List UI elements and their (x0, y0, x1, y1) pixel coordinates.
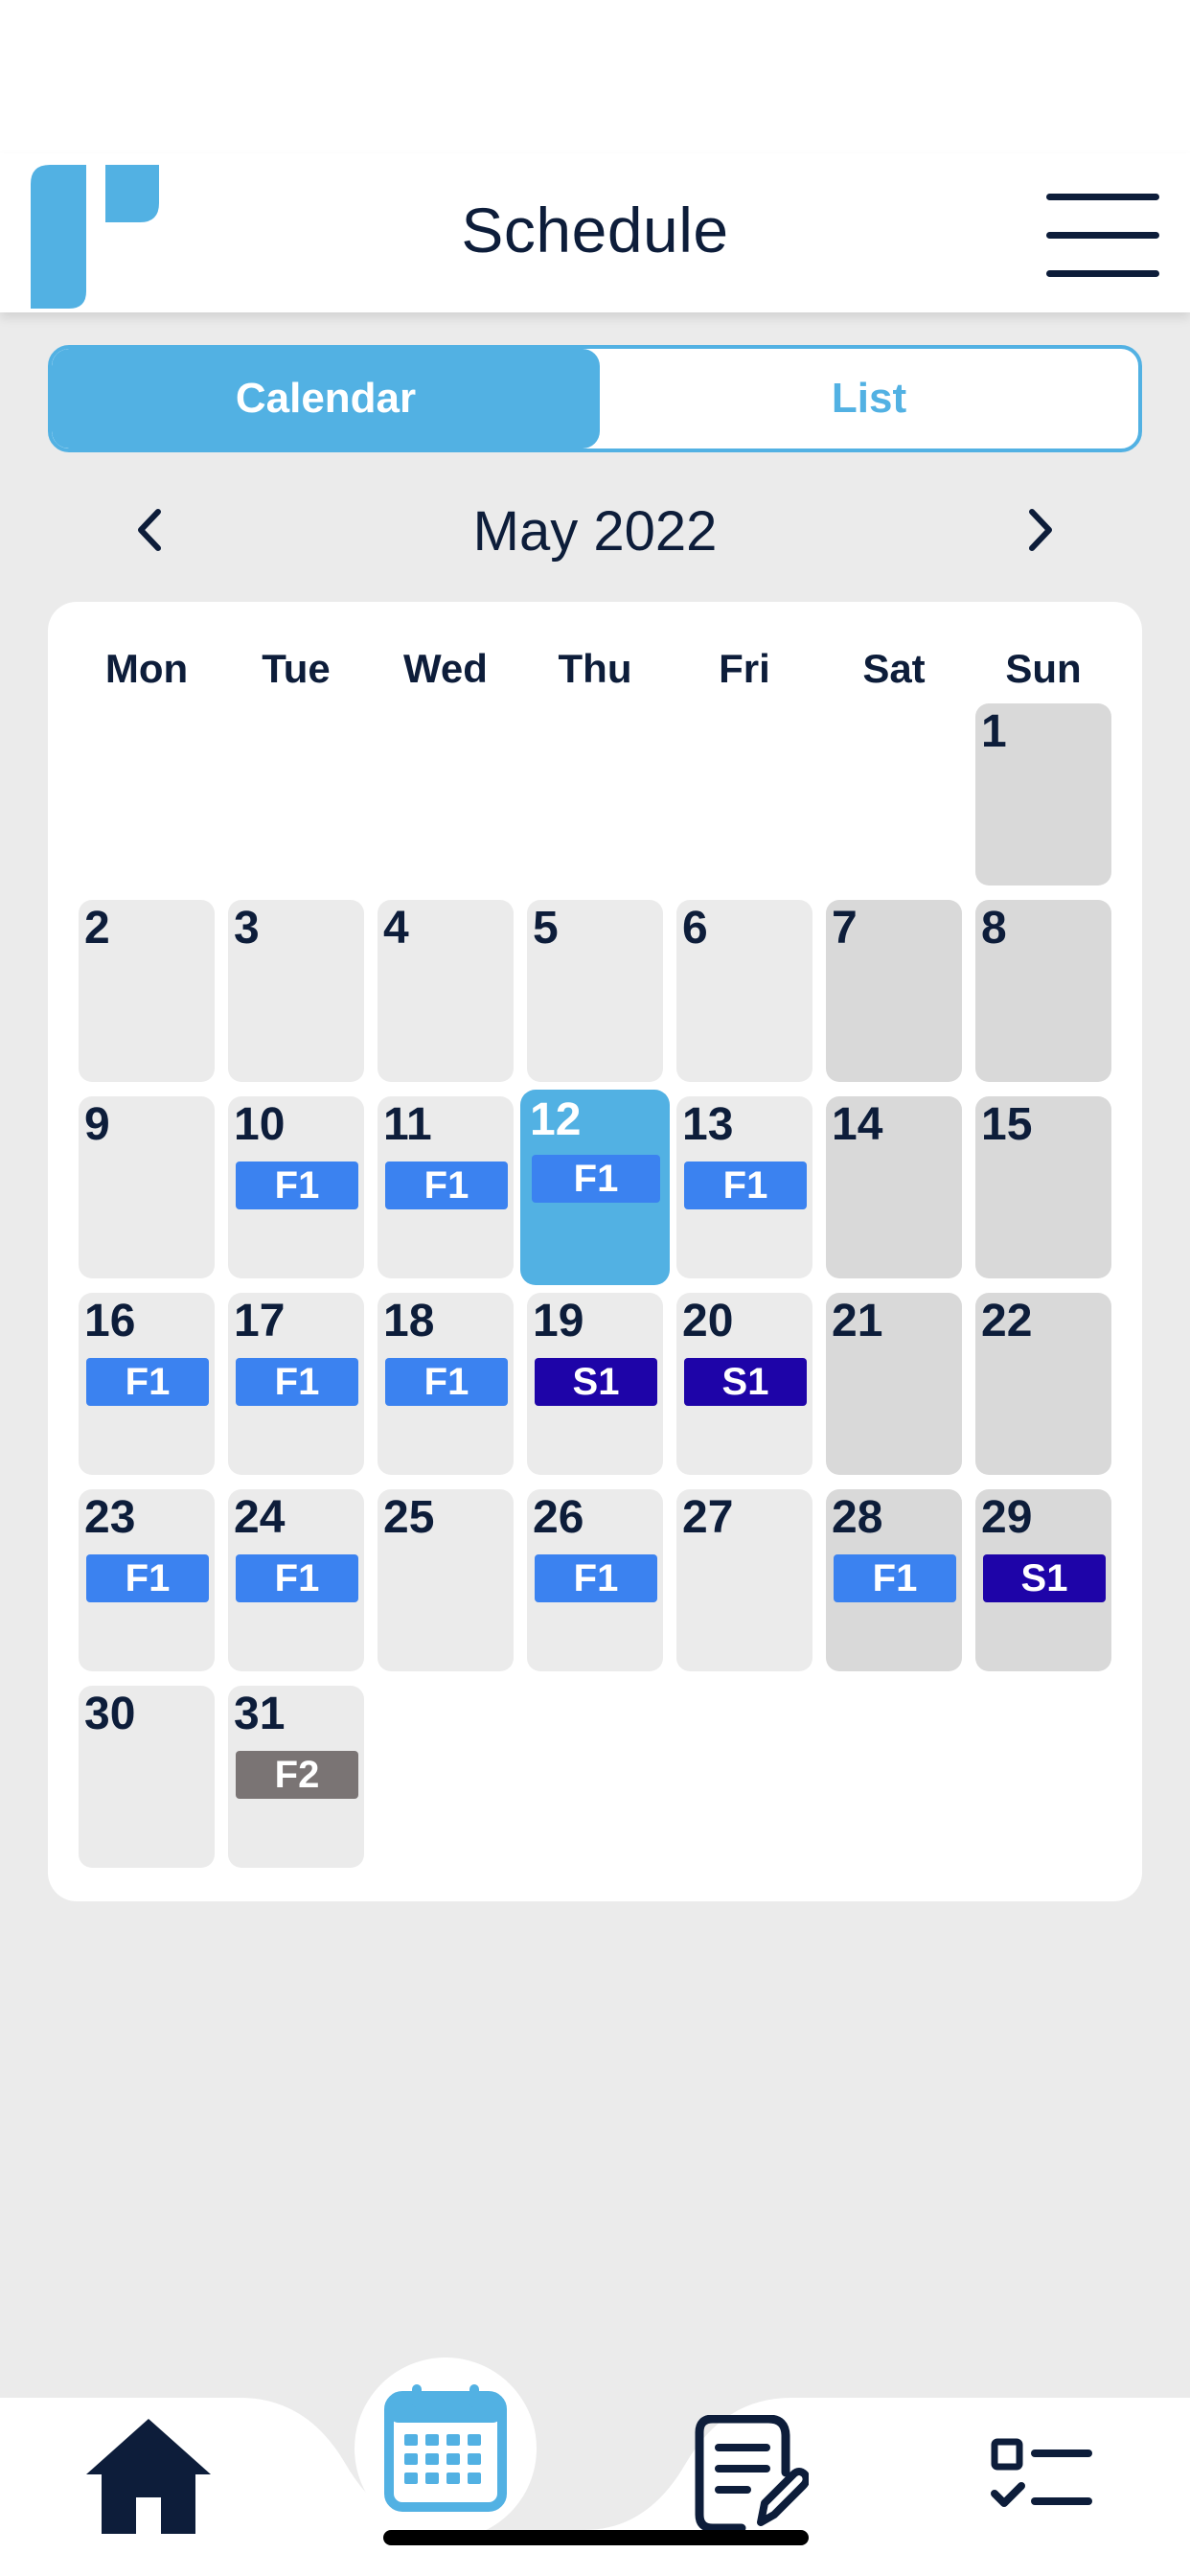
shift-badge: S1 (684, 1358, 807, 1406)
shift-badge: S1 (535, 1358, 657, 1406)
calendar-day[interactable]: 17 F1 (228, 1293, 364, 1475)
day-number: 22 (981, 1296, 1033, 1346)
day-number: 25 (383, 1492, 435, 1543)
day-number: 11 (383, 1099, 432, 1150)
day-number: 14 (832, 1099, 883, 1150)
calendar-day[interactable]: 25 (378, 1489, 514, 1671)
day-number: 29 (981, 1492, 1033, 1543)
status-bar (0, 0, 1190, 153)
tasks-checklist-icon[interactable] (991, 2438, 1092, 2515)
list-view-button[interactable]: List (600, 349, 1138, 448)
shift-badge: F1 (236, 1358, 358, 1406)
notes-edit-icon[interactable] (694, 2414, 811, 2534)
day-number: 8 (981, 903, 1007, 954)
calendar-day[interactable]: 23 F1 (79, 1489, 215, 1671)
day-number: 1 (981, 706, 1007, 757)
home-icon[interactable] (82, 2415, 215, 2538)
day-number: 23 (84, 1492, 136, 1543)
calendar-day[interactable]: 10 F1 (228, 1096, 364, 1278)
day-number: 28 (832, 1492, 883, 1543)
calendar-day[interactable]: 24 F1 (228, 1489, 364, 1671)
calendar-day[interactable]: 27 (676, 1489, 812, 1671)
calendar-day-today[interactable]: 12 F1 (520, 1090, 670, 1285)
shift-badge: F1 (385, 1162, 508, 1209)
shift-badge: F1 (86, 1358, 209, 1406)
shift-badge: S1 (983, 1554, 1106, 1602)
month-navigation: May 2022 (0, 494, 1190, 570)
calendar-day[interactable]: 13 F1 (676, 1096, 812, 1278)
day-number: 17 (234, 1296, 286, 1346)
calendar-day[interactable]: 21 (826, 1293, 962, 1475)
day-number: 15 (981, 1099, 1033, 1150)
weekday-header: Tue (262, 646, 331, 691)
day-number: 27 (682, 1492, 734, 1543)
day-number: 21 (832, 1296, 883, 1346)
day-number: 20 (682, 1296, 734, 1346)
calendar-day[interactable]: 3 (228, 900, 364, 1082)
calendar-day[interactable]: 9 (79, 1096, 215, 1278)
page-title: Schedule (461, 195, 729, 265)
calendar-icon[interactable] (355, 2358, 537, 2540)
shift-badge: F1 (236, 1554, 358, 1602)
day-number: 18 (383, 1296, 435, 1346)
calendar-day[interactable]: 5 (527, 900, 663, 1082)
shift-badge: F2 (236, 1751, 358, 1799)
shift-badge: F1 (535, 1554, 657, 1602)
day-number: 13 (682, 1099, 734, 1150)
day-number: 3 (234, 903, 260, 954)
calendar-day[interactable]: 31 F2 (228, 1686, 364, 1868)
calendar-day[interactable]: 7 (826, 900, 962, 1082)
day-number: 24 (234, 1492, 286, 1543)
day-number: 12 (530, 1094, 582, 1145)
day-number: 26 (533, 1492, 584, 1543)
hamburger-menu-icon[interactable] (1046, 194, 1159, 280)
calendar-day[interactable]: 28 F1 (826, 1489, 962, 1671)
weekday-header: Thu (558, 646, 632, 691)
calendar-day[interactable]: 18 F1 (378, 1293, 514, 1475)
day-number: 30 (84, 1689, 136, 1739)
calendar-day[interactable]: 19 S1 (527, 1293, 663, 1475)
calendar-day[interactable]: 29 S1 (975, 1489, 1111, 1671)
weekday-header: Sat (862, 646, 926, 691)
weekday-header: Mon (104, 646, 189, 691)
shift-badge: F1 (236, 1162, 358, 1209)
next-month-chevron-right-icon[interactable] (1012, 501, 1069, 559)
day-number: 16 (84, 1296, 136, 1346)
shift-badge: F1 (532, 1155, 660, 1203)
calendar-day[interactable]: 11 F1 (378, 1096, 514, 1278)
calendar-day[interactable]: 1 (975, 703, 1111, 886)
home-indicator (383, 2530, 809, 2545)
calendar-day[interactable]: 30 (79, 1686, 215, 1868)
day-number: 5 (533, 903, 559, 954)
day-number: 2 (84, 903, 110, 954)
calendar-day[interactable]: 22 (975, 1293, 1111, 1475)
calendar-day[interactable]: 4 (378, 900, 514, 1082)
shift-badge: F1 (86, 1554, 209, 1602)
shift-badge: F1 (684, 1162, 807, 1209)
calendar-view-button[interactable]: Calendar (52, 349, 600, 448)
day-number: 7 (832, 903, 858, 954)
calendar-day[interactable]: 14 (826, 1096, 962, 1278)
app-header: Schedule (0, 153, 1190, 312)
day-number: 19 (533, 1296, 584, 1346)
weekday-header: Fri (719, 646, 770, 691)
calendar-day[interactable]: 8 (975, 900, 1111, 1082)
calendar-day[interactable]: 15 (975, 1096, 1111, 1278)
shift-badge: F1 (385, 1358, 508, 1406)
day-number: 4 (383, 903, 409, 954)
view-toggle: Calendar List (48, 345, 1142, 452)
calendar-day[interactable]: 2 (79, 900, 215, 1082)
weekday-header: Wed (403, 646, 488, 691)
calendar-day[interactable]: 6 (676, 900, 812, 1082)
weekday-header: Sun (1005, 646, 1082, 691)
calendar-grid: Mon Tue Wed Thu Fri Sat Sun 1 2 3 4 5 6 7 8 9 10 F1 11 F1 12… (48, 602, 1142, 1901)
calendar-day[interactable]: 20 S1 (676, 1293, 812, 1475)
day-number: 6 (682, 903, 708, 954)
day-number: 10 (234, 1099, 286, 1150)
shift-badge: F1 (834, 1554, 956, 1602)
calendar-day[interactable]: 26 F1 (527, 1489, 663, 1671)
day-number: 9 (84, 1099, 110, 1150)
day-number: 31 (234, 1689, 286, 1739)
calendar-day[interactable]: 16 F1 (79, 1293, 215, 1475)
